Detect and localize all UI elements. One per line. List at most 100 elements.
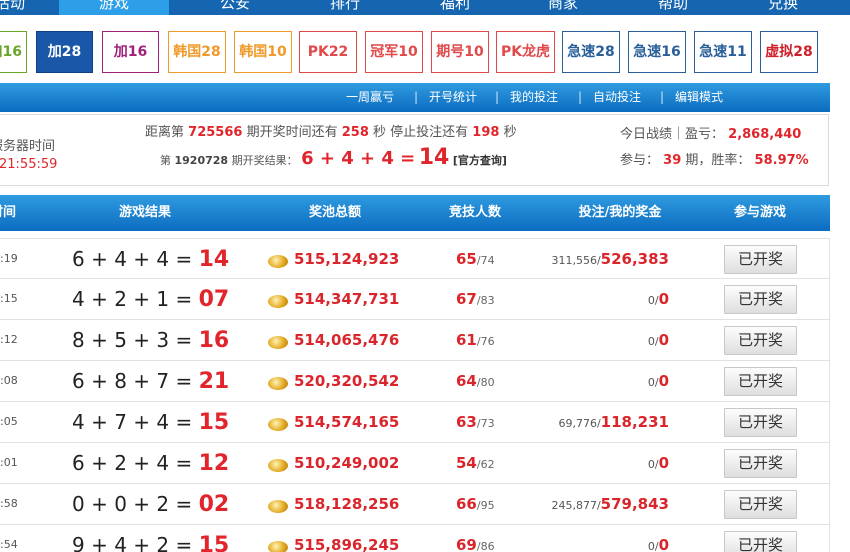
row-bet: 245,877/579,843 bbox=[551, 484, 669, 524]
win-rate: 58.97% bbox=[754, 153, 809, 168]
last-result-line: 第 1920728 期开奖结果： 6 + 4 + 4 = 14 [官方查询] bbox=[160, 145, 507, 170]
sub-item-edit-mode[interactable]: 编辑模式 bbox=[675, 83, 723, 112]
tab-jia16-b[interactable]: 加16 bbox=[102, 31, 159, 73]
row-players-value: 54 bbox=[456, 454, 477, 472]
row-time: :08 bbox=[0, 374, 18, 387]
row-bet-value: 245,877/ bbox=[551, 499, 601, 512]
row-pool-value: 518,128,256 bbox=[294, 495, 400, 513]
join-mid: 期，胜率： bbox=[685, 153, 751, 168]
row-win-value: 118,231 bbox=[600, 413, 669, 431]
row-pool-value: 514,065,476 bbox=[294, 331, 400, 349]
last-expr: 6 + 4 + 4 = bbox=[301, 148, 416, 169]
coin-icon bbox=[268, 336, 288, 349]
row-win-value: 579,843 bbox=[600, 495, 669, 513]
row-sum: 15 bbox=[198, 533, 230, 552]
tab-pk-dragon-tiger[interactable]: PK龙虎 bbox=[496, 31, 555, 73]
last-mid: 期开奖结果： bbox=[231, 154, 298, 167]
coin-icon bbox=[268, 255, 288, 268]
row-sum: 15 bbox=[198, 410, 230, 435]
header-result: 游戏结果 bbox=[118, 205, 171, 220]
row-bet: 0/0 bbox=[648, 320, 669, 360]
tab-speed16[interactable]: 急速16 bbox=[628, 31, 686, 73]
row-pool-value: 514,347,731 bbox=[294, 290, 400, 308]
tab-jia16-a[interactable]: 加16 bbox=[0, 31, 27, 73]
drawn-button[interactable]: 已开奖 bbox=[724, 245, 797, 274]
nav-item-merchant[interactable]: 商家 bbox=[508, 0, 618, 15]
stop-seconds: 198 bbox=[472, 125, 500, 140]
row-bet-value: 0/ bbox=[647, 458, 659, 471]
row-win-value: 0 bbox=[658, 290, 669, 308]
row-players-value: 65 bbox=[456, 250, 477, 268]
row-expr: 6 + 4 + 4 = bbox=[72, 247, 193, 271]
nav-item-activity[interactable]: 活动 bbox=[0, 0, 65, 15]
row-players-total: /76 bbox=[476, 335, 495, 348]
nav-item-exchange[interactable]: 兑换 bbox=[728, 0, 838, 15]
header-join: 参与游戏 bbox=[733, 205, 786, 220]
countdown-prefix: 距离第 bbox=[145, 125, 185, 140]
nav-item-game[interactable]: 游戏 bbox=[59, 0, 169, 15]
row-pool: 515,896,245 bbox=[268, 525, 399, 552]
coin-icon bbox=[268, 295, 288, 308]
row-result: 0 + 0 + 2 = 02 bbox=[72, 484, 229, 524]
drawn-button[interactable]: 已开奖 bbox=[724, 449, 797, 478]
row-time: :58 bbox=[0, 497, 18, 510]
drawn-button[interactable]: 已开奖 bbox=[724, 531, 797, 552]
table-row: :54 9 + 4 + 2 = 15 515,896,245 69/86 0/0… bbox=[0, 525, 830, 552]
row-time: :05 bbox=[0, 415, 18, 428]
stop-unit: 秒 bbox=[503, 125, 517, 140]
row-pool: 518,128,256 bbox=[268, 484, 399, 524]
drawn-button[interactable]: 已开奖 bbox=[724, 490, 797, 519]
row-players: 64/80 bbox=[456, 361, 495, 401]
nav-item-welfare[interactable]: 福利 bbox=[400, 0, 510, 15]
official-query-link[interactable]: [官方查询] bbox=[453, 154, 507, 167]
row-win-value: 0 bbox=[658, 331, 669, 349]
tab-period10[interactable]: 期号10 bbox=[431, 31, 489, 73]
last-sum: 14 bbox=[418, 145, 450, 170]
today-record: 今日战绩｜盈亏： 2,868,440 bbox=[620, 123, 801, 142]
row-win-value: 0 bbox=[658, 454, 669, 472]
drawn-button[interactable]: 已开奖 bbox=[724, 285, 797, 314]
nav-item-ranking[interactable]: 排行 bbox=[290, 0, 400, 15]
countdown-mid: 期开奖时间还有 bbox=[246, 125, 338, 140]
tab-korea28[interactable]: 韩国28 bbox=[168, 31, 226, 73]
header-pool: 奖池总额 bbox=[308, 205, 361, 220]
sub-separator: | bbox=[578, 90, 583, 104]
tab-pk22[interactable]: PK22 bbox=[299, 31, 357, 73]
row-bet: 0/0 bbox=[648, 279, 669, 319]
sub-item-weekly-profit[interactable]: 一周赢亏 bbox=[346, 83, 394, 112]
row-players-total: /62 bbox=[476, 458, 495, 471]
table-row: :08 6 + 8 + 7 = 21 520,320,542 64/80 0/0… bbox=[0, 361, 830, 402]
row-players-total: /95 bbox=[476, 499, 495, 512]
tab-champion10[interactable]: 冠军10 bbox=[365, 31, 423, 73]
row-pool: 514,347,731 bbox=[268, 279, 399, 319]
drawn-button[interactable]: 已开奖 bbox=[724, 326, 797, 355]
tab-korea10[interactable]: 韩国10 bbox=[234, 31, 292, 73]
nav-item-public[interactable]: 公安 bbox=[180, 0, 290, 15]
nav-item-help[interactable]: 帮助 bbox=[618, 0, 728, 15]
sub-item-auto-bet[interactable]: 自动投注 bbox=[593, 83, 641, 112]
sub-item-my-bets[interactable]: 我的投注 bbox=[510, 83, 558, 112]
tab-speed11[interactable]: 急速11 bbox=[694, 31, 752, 73]
row-players: 54/62 bbox=[456, 443, 495, 483]
row-expr: 6 + 8 + 7 = bbox=[72, 369, 193, 393]
row-players: 69/86 bbox=[456, 525, 495, 552]
row-expr: 9 + 4 + 2 = bbox=[72, 533, 193, 552]
row-result: 4 + 2 + 1 = 07 bbox=[72, 279, 229, 319]
sub-separator: | bbox=[414, 90, 419, 104]
row-bet-value: 0/ bbox=[647, 335, 659, 348]
tab-virtual28[interactable]: 虚拟28 bbox=[760, 31, 818, 73]
tab-jia28[interactable]: 加28 bbox=[36, 31, 93, 73]
today-profit: 2,868,440 bbox=[728, 127, 802, 142]
header-time: 时间 bbox=[0, 205, 16, 220]
drawn-button[interactable]: 已开奖 bbox=[724, 367, 797, 396]
coin-icon bbox=[268, 541, 288, 552]
table-row: :58 0 + 0 + 2 = 02 518,128,256 66/95 245… bbox=[0, 484, 830, 525]
row-time: :19 bbox=[0, 252, 18, 265]
countdown-period: 725566 bbox=[188, 125, 243, 140]
join-count: 39 bbox=[663, 153, 682, 168]
row-result: 4 + 7 + 4 = 15 bbox=[72, 402, 229, 442]
row-players-total: /86 bbox=[476, 540, 495, 552]
tab-speed28[interactable]: 急速28 bbox=[562, 31, 620, 73]
sub-item-number-stats[interactable]: 开号统计 bbox=[429, 83, 477, 112]
drawn-button[interactable]: 已开奖 bbox=[724, 408, 797, 437]
